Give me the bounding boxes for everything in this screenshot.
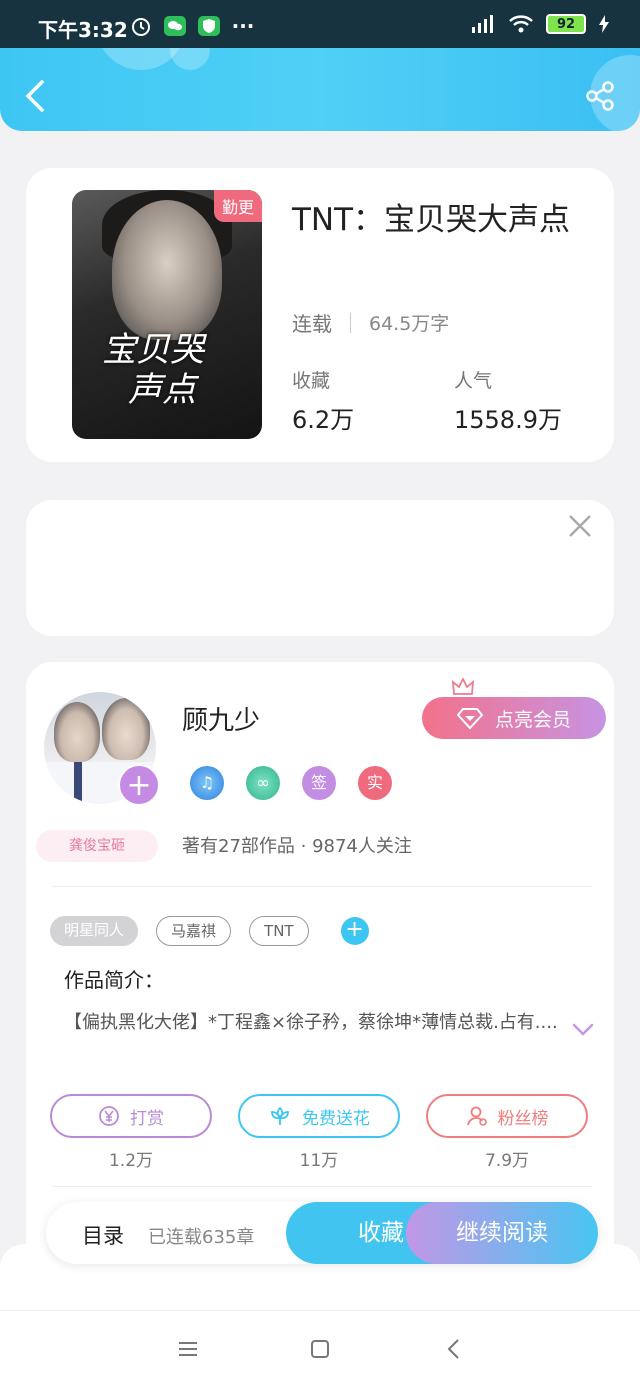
chapter-count: 已连载635章 xyxy=(148,1227,255,1248)
fan-rank-label: 粉丝榜 xyxy=(497,1108,549,1129)
word-count: 64.5万字 xyxy=(369,313,450,335)
author-meta: 著有27部作品 · 9874人关注 xyxy=(182,836,412,857)
book-title: TNT：宝贝哭大声点 xyxy=(292,202,571,238)
tag-list: 明星同人 马嘉祺 TNT + xyxy=(50,916,369,946)
fan-rank-count: 7.9万 xyxy=(484,1151,530,1171)
fan-rank-button[interactable]: 粉丝榜 xyxy=(426,1094,588,1138)
intro-label: 作品简介： xyxy=(64,968,164,992)
battery-indicator: 92 xyxy=(546,14,586,34)
ad-close-button[interactable] xyxy=(566,512,594,540)
send-flower-label: 免费送花 xyxy=(302,1108,370,1129)
ad-card xyxy=(26,500,614,636)
yuan-icon xyxy=(99,1106,119,1126)
tag-item[interactable]: 马嘉祺 xyxy=(156,916,232,946)
cover-title-line1: 宝贝哭 xyxy=(102,330,204,370)
system-nav-bar xyxy=(0,1310,640,1387)
continue-reading-button[interactable]: 继续阅读 xyxy=(406,1202,598,1264)
collect-value: 6.2万 xyxy=(292,406,355,434)
author-name[interactable]: 顾九少 xyxy=(182,700,260,737)
tag-item[interactable]: TNT xyxy=(249,916,309,946)
serial-status: 连载 xyxy=(292,312,332,336)
tag-category[interactable]: 明星同人 xyxy=(50,916,139,946)
crown-icon xyxy=(452,678,474,695)
popularity-label: 人气 xyxy=(454,370,493,392)
reward-button[interactable]: 打赏 xyxy=(50,1094,212,1138)
chevron-down-icon xyxy=(572,1023,594,1036)
reward-label: 打赏 xyxy=(130,1108,164,1129)
intro-text: 【偏执黑化大佬】*丁程鑫×徐子矜，蔡徐坤*薄情总裁.占有.... xyxy=(64,1012,558,1033)
status-notification-icons: ··· xyxy=(130,14,255,38)
verified-badge-icon[interactable]: 实 xyxy=(358,766,392,800)
status-bar: 下午3:32 ··· 92 xyxy=(0,0,640,48)
cover-title-line2: 声点 xyxy=(128,370,196,410)
divider xyxy=(52,886,592,887)
cover-title: 宝贝哭 声点 xyxy=(102,330,204,410)
cover-art xyxy=(112,200,222,340)
home-nav-button[interactable] xyxy=(308,1337,332,1361)
more-notifications-icon: ··· xyxy=(231,14,255,38)
book-cover[interactable]: 宝贝哭 声点 勤更 xyxy=(72,190,262,439)
avatar-art xyxy=(54,702,100,762)
avatar-art xyxy=(74,762,82,802)
signed-badge-icon[interactable]: 签 xyxy=(302,766,336,800)
menu-nav-button[interactable] xyxy=(176,1337,200,1361)
avatar-art xyxy=(102,698,150,760)
share-button[interactable] xyxy=(584,80,616,112)
update-badge: 勤更 xyxy=(213,190,262,222)
reward-count: 1.2万 xyxy=(108,1151,154,1171)
signal-icon xyxy=(472,15,493,33)
header-bar: 下午3:32 ··· 92 xyxy=(0,0,640,131)
close-icon xyxy=(569,515,591,537)
music-badge-icon[interactable]: ♫ xyxy=(190,766,224,800)
share-icon xyxy=(586,81,614,111)
status-system-icons: 92 xyxy=(470,14,610,34)
expand-intro-button[interactable] xyxy=(572,1022,594,1038)
charging-icon xyxy=(599,15,609,33)
toc-button[interactable]: 目录 xyxy=(82,1220,124,1250)
wechat-icon xyxy=(164,16,186,36)
reading-action-bar: 目录 已连载635章 收藏 继续阅读 xyxy=(46,1202,598,1264)
status-time: 下午3:32 xyxy=(38,18,128,42)
flower-count: 11万 xyxy=(299,1151,339,1171)
back-button[interactable] xyxy=(22,78,48,114)
divider xyxy=(52,1186,592,1187)
fan-badge: 龚俊宝砸 xyxy=(36,830,158,862)
vip-button[interactable]: 点亮会员 xyxy=(422,697,606,739)
back-nav-button[interactable] xyxy=(442,1337,466,1361)
book-info-card: 宝贝哭 声点 勤更 TNT：宝贝哭大声点 连载 64.5万字 收藏 6.2万 人… xyxy=(26,168,614,462)
user-icon xyxy=(466,1106,487,1126)
handshake-badge-icon[interactable]: ∞ xyxy=(246,766,280,800)
book-status-row: 连载 64.5万字 xyxy=(292,308,449,337)
collect-label: 收藏 xyxy=(292,370,331,392)
diamond-icon xyxy=(456,708,483,729)
author-badges: ♫ ∞ 签 实 xyxy=(190,766,392,800)
vip-button-label: 点亮会员 xyxy=(494,708,571,731)
menu-icon xyxy=(179,1342,197,1356)
chevron-left-icon xyxy=(25,80,44,112)
wifi-icon xyxy=(509,15,533,33)
flower-icon xyxy=(271,1106,289,1125)
divider xyxy=(350,312,351,333)
chevron-left-icon xyxy=(447,1339,459,1359)
square-icon xyxy=(311,1340,329,1358)
add-tag-button[interactable]: + xyxy=(340,917,369,945)
alarm-icon xyxy=(130,16,152,36)
shield-icon xyxy=(198,16,220,36)
send-flower-button[interactable]: 免费送花 xyxy=(238,1094,400,1138)
popularity-value: 1558.9万 xyxy=(454,406,562,434)
follow-author-button[interactable]: + xyxy=(118,764,160,806)
